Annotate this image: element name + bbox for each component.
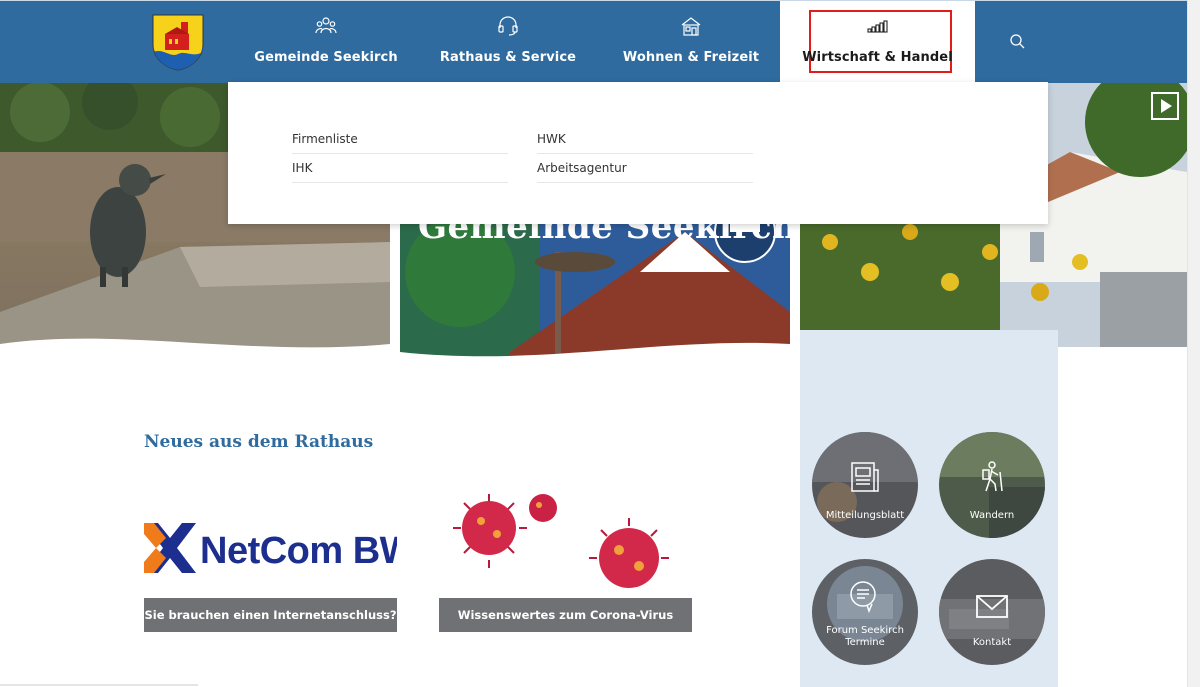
news-card-netcom[interactable]: NetCom BW Sie brauchen einen Internetans… <box>144 488 397 632</box>
quicklink-label: Wandern <box>969 510 1015 521</box>
quicklink-label-line1: Forum Seekirch <box>826 625 904 636</box>
coat-of-arms-icon <box>152 14 204 71</box>
menu-link-firmenliste[interactable]: Firmenliste <box>292 125 508 154</box>
netcom-logo-text: NetCom BW <box>200 530 397 572</box>
nav-label: Wirtschaft & Handel <box>802 50 953 65</box>
news-card-image <box>439 488 692 598</box>
quicklink-wandern[interactable]: Wandern <box>939 432 1045 538</box>
quicklink-forum-seekirch-termine[interactable]: Forum Seekirch Termine <box>812 559 918 665</box>
divider <box>0 684 198 686</box>
scrollbar[interactable] <box>1187 0 1200 687</box>
headset-icon <box>498 16 518 36</box>
search-icon <box>1010 34 1025 49</box>
hiker-icon <box>982 461 1003 492</box>
quicklink-label-line2: Termine <box>845 637 885 648</box>
nav-label: Wohnen & Freizeit <box>622 50 760 65</box>
quicklink-label: Mitteilungsblatt <box>825 510 905 521</box>
nav-wohnen-freizeit[interactable]: Wohnen & Freizeit <box>601 1 781 83</box>
menu-link-hwk[interactable]: HWK <box>537 125 753 154</box>
coins-chart-icon <box>866 20 888 33</box>
envelope-icon <box>976 595 1008 618</box>
news-card-caption[interactable]: Sie brauchen einen Internetanschluss? <box>144 598 397 632</box>
municipality-logo[interactable] <box>152 14 204 71</box>
menu-link-ihk[interactable]: IHK <box>292 154 508 183</box>
nav-gemeinde-seekirch[interactable]: Gemeinde Seekirch <box>236 1 416 83</box>
play-slideshow-button[interactable] <box>1151 92 1179 120</box>
newspaper-icon <box>851 462 879 492</box>
page: Gemeinde Seekirch Gemeinde Seekirch Rath… <box>0 0 1200 687</box>
virus-image <box>439 488 692 598</box>
chat-list-icon <box>850 581 876 614</box>
quicklink-kontakt[interactable]: Kontakt <box>939 559 1045 665</box>
news-card-image: NetCom BW <box>144 488 397 598</box>
nav-rathaus-service[interactable]: Rathaus & Service <box>418 1 598 83</box>
quicklink-mitteilungsblatt[interactable]: Mitteilungsblatt <box>812 432 918 538</box>
search-button[interactable] <box>1007 31 1029 53</box>
play-icon <box>1161 99 1172 113</box>
people-icon <box>315 17 337 34</box>
news-section-title: Neues aus dem Rathaus <box>144 432 374 452</box>
nav-wirtschaft-handel[interactable]: Wirtschaft & Handel <box>780 1 975 83</box>
nav-label: Gemeinde Seekirch <box>254 50 398 65</box>
site-header: Gemeinde Seekirch Rathaus & Service Wohn… <box>0 0 1187 83</box>
house-icon <box>681 17 701 36</box>
quicklink-label: Kontakt <box>972 637 1012 648</box>
mega-menu-dropdown: Firmenliste IHK HWK Arbeitsagentur <box>228 82 1048 224</box>
news-card-corona[interactable]: Wissenswertes zum Corona-Virus <box>439 488 692 632</box>
menu-link-arbeitsagentur[interactable]: Arbeitsagentur <box>537 154 753 183</box>
nav-label: Rathaus & Service <box>439 50 577 65</box>
news-card-caption[interactable]: Wissenswertes zum Corona-Virus <box>439 598 692 632</box>
